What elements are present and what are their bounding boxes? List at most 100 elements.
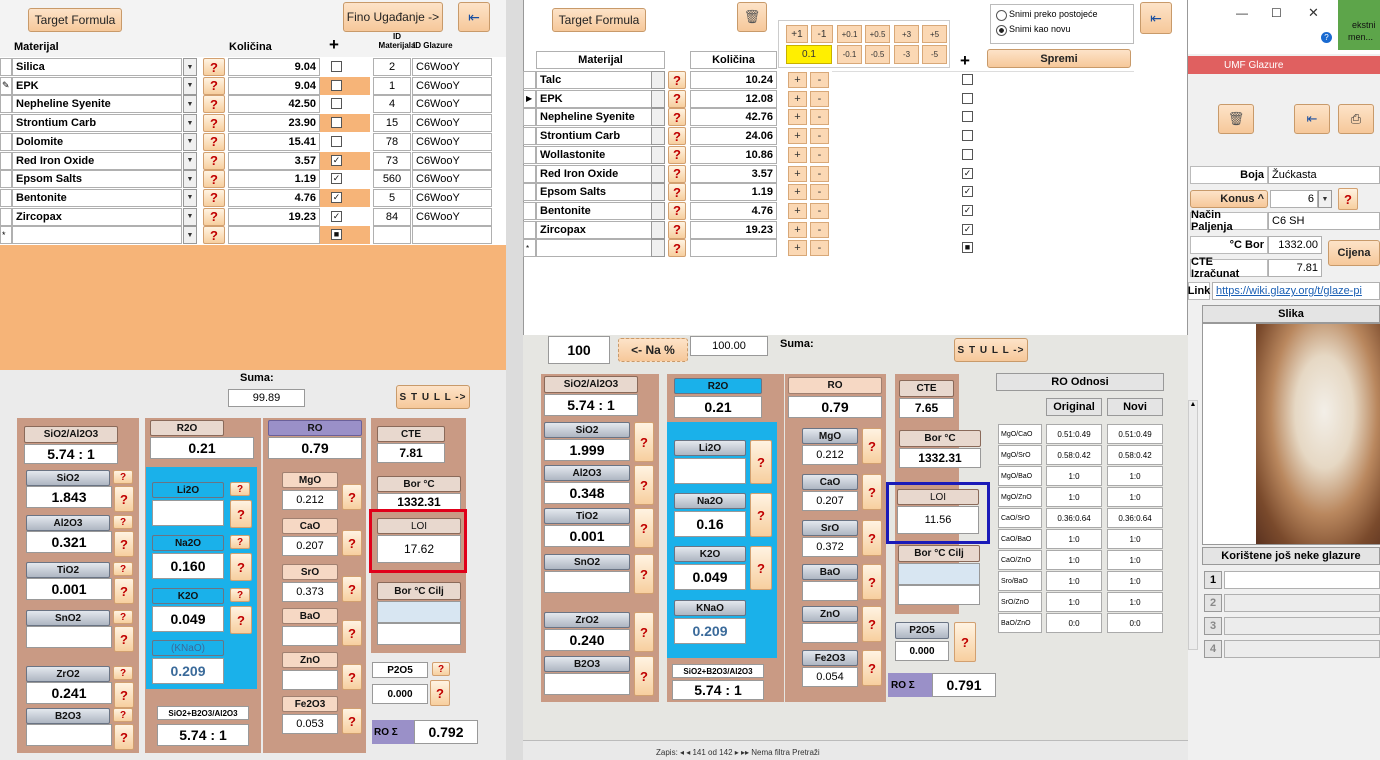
left-row-checkbox[interactable]: ✓ bbox=[331, 173, 342, 185]
mid-row-checkbox[interactable] bbox=[962, 92, 973, 104]
left-row-qty[interactable]: 3.57 bbox=[228, 151, 320, 170]
left-row-selector[interactable] bbox=[0, 114, 12, 133]
left-row-qty[interactable]: 23.90 bbox=[228, 114, 320, 133]
mid-r2o-help[interactable]: ? bbox=[750, 546, 772, 590]
right-row-field[interactable] bbox=[1224, 617, 1380, 635]
mid-row-minus[interactable]: - bbox=[810, 221, 829, 238]
left-oxide-help[interactable]: ? bbox=[114, 626, 134, 652]
left-row-material[interactable]: Silica bbox=[12, 58, 182, 76]
left-row-qty[interactable]: 42.50 bbox=[228, 95, 320, 114]
mid-row-checkbox[interactable]: ✓ bbox=[962, 167, 973, 179]
mid-oxide-help[interactable]: ? bbox=[634, 422, 654, 462]
mid-row-qty[interactable]: 1.19 bbox=[690, 183, 777, 202]
left-row-selector[interactable]: ✎ bbox=[0, 76, 12, 95]
left-row-material[interactable]: Bentonite bbox=[12, 188, 182, 207]
left-row-help[interactable]: ? bbox=[203, 95, 225, 114]
mid-row-minus[interactable]: - bbox=[810, 72, 829, 88]
left-oxide-help-small[interactable]: ? bbox=[113, 470, 133, 484]
left-row-help[interactable]: ? bbox=[203, 132, 225, 151]
mid-row-checkbox[interactable] bbox=[962, 111, 973, 123]
right-link-value[interactable]: https://wiki.glazy.org/t/glaze-pi bbox=[1212, 282, 1380, 300]
mid-row-selector[interactable] bbox=[523, 108, 536, 127]
right-konus-label[interactable]: Konus ^ bbox=[1190, 190, 1268, 208]
left-row-material[interactable]: Epsom Salts bbox=[12, 170, 182, 189]
mid-radio1[interactable] bbox=[996, 10, 1007, 21]
right-cte-value[interactable]: 7.81 bbox=[1268, 259, 1322, 277]
mid-adj-bottom-button[interactable]: -3 bbox=[894, 45, 919, 64]
left-row-dropdown[interactable]: ▼ bbox=[183, 95, 197, 114]
mid-row-qty[interactable]: 19.23 bbox=[690, 220, 777, 239]
mid-row-plus[interactable]: + bbox=[788, 240, 807, 257]
close-icon[interactable]: ✕ bbox=[1308, 5, 1319, 21]
mid-row-material[interactable]: Bentonite bbox=[536, 201, 652, 220]
mid-row-minus[interactable]: - bbox=[810, 109, 829, 126]
mid-adj-top-button[interactable]: +1 bbox=[786, 25, 808, 43]
mid-row-selector[interactable] bbox=[523, 127, 536, 146]
left-p2o5-help-small[interactable]: ? bbox=[432, 662, 450, 676]
left-row-checkbox[interactable] bbox=[331, 117, 342, 129]
left-oxide-help[interactable]: ? bbox=[114, 531, 134, 557]
mid-row-selector[interactable]: * bbox=[523, 239, 536, 258]
left-r2o-help[interactable]: ? bbox=[230, 553, 252, 581]
right-bor-value[interactable]: 1332.00 bbox=[1268, 236, 1322, 254]
mid-row-checkbox[interactable]: ✓ bbox=[962, 186, 973, 198]
mid-row-minus[interactable]: - bbox=[810, 90, 829, 107]
mid-row-selector[interactable] bbox=[523, 183, 536, 202]
mid-row-qty[interactable]: 4.76 bbox=[690, 201, 777, 220]
left-ro-help[interactable]: ? bbox=[342, 576, 362, 602]
left-oxide-help-small[interactable]: ? bbox=[113, 562, 133, 576]
mid-spremi-button[interactable]: Spremi bbox=[987, 49, 1131, 68]
mid-adj-top-button[interactable]: +5 bbox=[922, 25, 947, 43]
left-row-selector[interactable] bbox=[0, 151, 12, 170]
left-row-qty[interactable] bbox=[228, 226, 320, 245]
left-row-selector[interactable]: * bbox=[0, 226, 12, 245]
mid-row-minus[interactable]: - bbox=[810, 184, 829, 201]
mid-row-qty[interactable]: 12.08 bbox=[690, 89, 777, 108]
mid-row-qty[interactable]: 10.24 bbox=[690, 71, 777, 89]
left-ro-help[interactable]: ? bbox=[342, 530, 362, 556]
mid-p2o5-help[interactable]: ? bbox=[954, 622, 976, 662]
left-r2o-help-small[interactable]: ? bbox=[230, 535, 250, 549]
mid-adj-step-value[interactable]: 0.1 bbox=[786, 45, 832, 64]
left-row-checkbox[interactable]: ✓ bbox=[331, 154, 342, 166]
mid-row-minus[interactable]: - bbox=[810, 146, 829, 163]
left-row-checkbox[interactable]: ■ bbox=[331, 229, 342, 241]
left-r2o-help-small[interactable]: ? bbox=[230, 482, 250, 496]
left-ro-help[interactable]: ? bbox=[342, 664, 362, 690]
mid-adj-top-button[interactable]: +0.5 bbox=[865, 25, 890, 43]
left-bor-cilj-field2[interactable] bbox=[377, 623, 461, 645]
mid-row-plus[interactable]: + bbox=[788, 72, 807, 88]
left-row-help[interactable]: ? bbox=[203, 207, 225, 226]
mid-row-help[interactable]: ? bbox=[668, 201, 686, 220]
left-row-help[interactable]: ? bbox=[203, 226, 225, 245]
left-row-qty[interactable]: 9.04 bbox=[228, 76, 320, 95]
mid-adj-bottom-button[interactable]: -5 bbox=[922, 45, 947, 64]
mid-row-qty[interactable]: 24.06 bbox=[690, 127, 777, 146]
right-row-field[interactable] bbox=[1224, 640, 1380, 658]
mid-row-dropdown[interactable] bbox=[651, 108, 665, 127]
mid-adj-bottom-button[interactable]: -0.5 bbox=[865, 45, 890, 64]
left-row-dropdown[interactable]: ▼ bbox=[183, 207, 197, 226]
mid-row-material[interactable]: Red Iron Oxide bbox=[536, 164, 652, 183]
left-oxide-help-small[interactable]: ? bbox=[113, 610, 133, 624]
mid-row-material[interactable]: Strontium Carb bbox=[536, 127, 652, 146]
left-row-material[interactable]: Nepheline Syenite bbox=[12, 95, 182, 114]
mid-row-dropdown[interactable] bbox=[651, 201, 665, 220]
right-boja-value[interactable]: Žućkasta bbox=[1268, 166, 1380, 184]
left-r2o-help[interactable]: ? bbox=[230, 606, 252, 634]
mid-row-help[interactable]: ? bbox=[668, 239, 686, 258]
mid-row-material[interactable]: Wollastonite bbox=[536, 145, 652, 164]
maximize-icon[interactable]: ☐ bbox=[1271, 6, 1282, 20]
left-row-material[interactable]: EPK bbox=[12, 76, 182, 95]
left-row-checkbox[interactable] bbox=[331, 135, 342, 147]
left-r2o-help[interactable]: ? bbox=[230, 500, 252, 528]
mid-row-qty[interactable]: 42.76 bbox=[690, 108, 777, 127]
mid-row-checkbox[interactable]: ✓ bbox=[962, 204, 973, 216]
mid-row-material[interactable]: Talc bbox=[536, 71, 652, 89]
mid-row-help[interactable]: ? bbox=[668, 183, 686, 202]
mid-row-dropdown[interactable] bbox=[651, 220, 665, 239]
mid-row-dropdown[interactable] bbox=[651, 145, 665, 164]
mid-row-plus[interactable]: + bbox=[788, 165, 807, 182]
mid-row-help[interactable]: ? bbox=[668, 108, 686, 127]
mid-row-qty[interactable]: 3.57 bbox=[690, 164, 777, 183]
